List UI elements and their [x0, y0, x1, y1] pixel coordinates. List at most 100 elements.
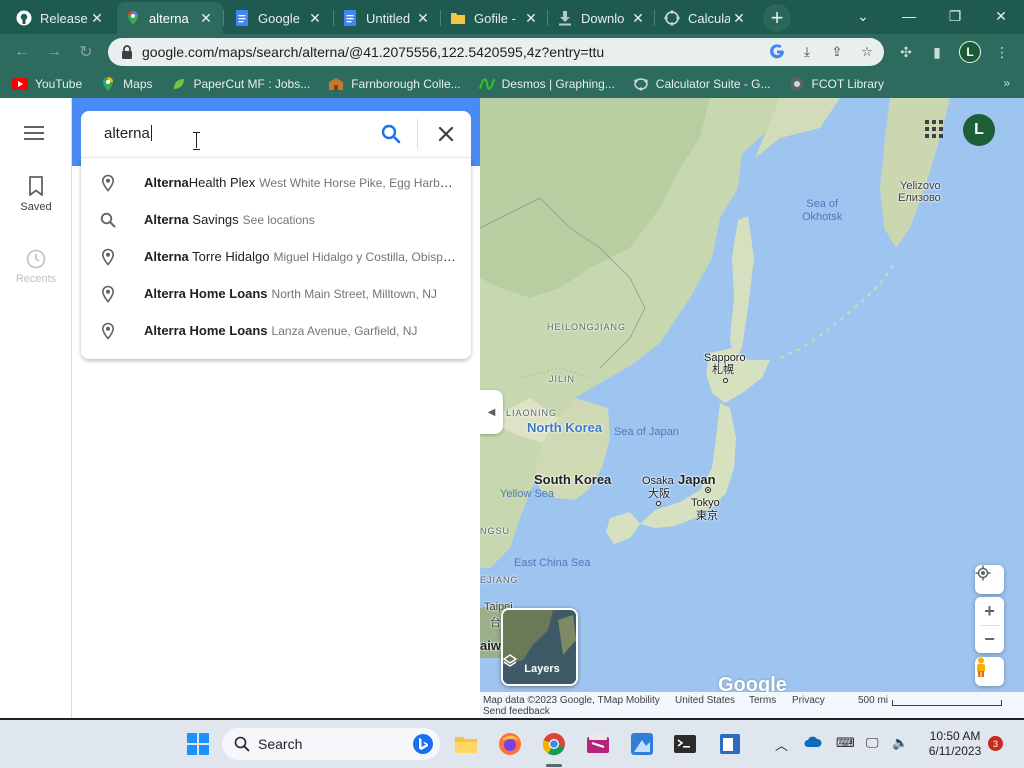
- tab-title: Untitled: [366, 10, 411, 26]
- tab-title: Calcula: [688, 10, 730, 26]
- tab-download[interactable]: Downlo ✕: [549, 2, 655, 34]
- google-lens-icon[interactable]: [768, 43, 786, 61]
- text-editor-icon[interactable]: [718, 732, 742, 756]
- close-window-button[interactable]: ✕: [978, 0, 1024, 32]
- more-menu-icon[interactable]: ⋮: [992, 42, 1012, 62]
- youtube-icon: [12, 76, 28, 92]
- suggestion-item[interactable]: Alterna Torre Hidalgo Miguel Hidalgo y Co…: [81, 238, 471, 275]
- system-clock[interactable]: 10:50 AM 6/11/2023: [916, 729, 994, 759]
- reload-button[interactable]: ↻: [74, 40, 98, 64]
- suggestion-match: Alterra Home Loans: [144, 286, 268, 301]
- search-box-divider: [417, 119, 418, 149]
- volume-icon[interactable]: 🔈: [892, 735, 908, 751]
- browser-tab-strip: Release ✕ alterna ✕ Google ✕ Untitled ✕ …: [0, 0, 1024, 34]
- map-canvas[interactable]: ◀ L Sea of Okhotsk Yelizovo Елизово HEIL…: [480, 98, 1024, 718]
- suggestion-name: Health Plex: [188, 175, 256, 190]
- suggestion-item[interactable]: Alterra Home Loans Lanza Avenue, Garfield…: [81, 312, 471, 349]
- close-tab-icon[interactable]: ✕: [629, 9, 647, 27]
- firefox-icon[interactable]: [498, 732, 522, 756]
- search-icon[interactable]: [380, 123, 402, 145]
- map-label: JILIN: [549, 374, 576, 384]
- bookmark-papercut[interactable]: PaperCut MF : Jobs...: [171, 76, 311, 92]
- search-input[interactable]: alterna: [104, 125, 152, 142]
- privacy-link[interactable]: Privacy: [792, 695, 825, 706]
- terminal-icon[interactable]: [673, 732, 697, 756]
- address-bar[interactable]: google.com/maps/search/alterna/@41.20755…: [108, 38, 884, 66]
- clock-time: 10:50 AM: [929, 729, 981, 743]
- close-tab-icon[interactable]: ✕: [414, 9, 432, 27]
- tab-gofile[interactable]: Gofile - ✕: [442, 2, 548, 34]
- region-link[interactable]: United States: [675, 695, 735, 706]
- network-icon[interactable]: 🖵: [866, 735, 879, 751]
- bookmark-star-icon[interactable]: ☆: [858, 43, 876, 61]
- pegman-button[interactable]: [975, 657, 1004, 686]
- file-explorer-icon[interactable]: [454, 732, 478, 756]
- back-button[interactable]: ←: [10, 40, 34, 64]
- bookmark-label: PaperCut MF : Jobs...: [193, 77, 311, 91]
- zoom-out-button[interactable]: −: [975, 626, 1004, 653]
- close-tab-icon[interactable]: ✕: [197, 9, 215, 27]
- tab-release[interactable]: Release ✕: [8, 2, 114, 34]
- place-pin-icon: [99, 285, 117, 303]
- close-tab-icon[interactable]: ✕: [730, 9, 748, 27]
- map-label: EJIANG: [480, 575, 519, 585]
- maps-icon: [100, 76, 116, 92]
- scale-label[interactable]: 500 mi: [858, 695, 888, 706]
- layers-button[interactable]: Layers: [501, 608, 578, 686]
- bookmark-desmos[interactable]: Desmos | Graphing...: [478, 76, 615, 92]
- suggestion-item[interactable]: AlternaHealth Plex West White Horse Pike,…: [81, 164, 471, 201]
- close-icon[interactable]: [435, 123, 457, 145]
- tab-untitled[interactable]: Untitled ✕: [334, 2, 440, 34]
- bookmark-calculator-suite[interactable]: Calculator Suite - G...: [633, 76, 771, 92]
- send-feedback-link[interactable]: Send feedback: [483, 706, 550, 717]
- share-icon[interactable]: ⇪: [828, 43, 846, 61]
- forward-button[interactable]: →: [42, 40, 66, 64]
- bookmark-fcot-library[interactable]: FCOT Library: [789, 76, 884, 92]
- photos-app-icon[interactable]: [630, 732, 654, 756]
- bing-icon[interactable]: [412, 733, 434, 758]
- bookmarks-overflow-icon[interactable]: »: [1003, 76, 1010, 90]
- windows-taskbar: Search ︿ ⌨ 🖵 🔈 10:50 AM 6/11/2023 3: [0, 720, 1024, 768]
- start-button[interactable]: [186, 732, 210, 756]
- close-tab-icon[interactable]: ✕: [522, 9, 540, 27]
- profile-avatar[interactable]: L: [959, 41, 981, 63]
- account-avatar[interactable]: L: [963, 114, 995, 146]
- bookmark-farnborough[interactable]: Farnborough Colle...: [328, 76, 461, 92]
- pegman-icon: [977, 657, 985, 677]
- zoom-in-button[interactable]: +: [975, 598, 1004, 625]
- bookmark-maps[interactable]: Maps: [100, 76, 153, 92]
- notification-badge[interactable]: 3: [988, 736, 1003, 751]
- taskbar-search-box[interactable]: Search: [222, 728, 440, 760]
- tab-google[interactable]: Google ✕: [226, 2, 332, 34]
- map-label: Sea of Japan: [614, 426, 679, 438]
- search-box[interactable]: alterna: [81, 111, 471, 157]
- close-tab-icon[interactable]: ✕: [88, 9, 106, 27]
- media-app-icon[interactable]: [586, 732, 610, 756]
- tab-search-chevron-icon[interactable]: ⌄: [840, 0, 886, 32]
- tab-title: Release: [40, 10, 88, 26]
- text-caret: [150, 125, 152, 141]
- onedrive-icon[interactable]: [804, 735, 822, 752]
- new-tab-button[interactable]: +: [763, 4, 791, 32]
- collapse-panel-button[interactable]: ◀: [480, 390, 503, 434]
- suggestion-item[interactable]: Alterra Home Loans North Main Street, Mil…: [81, 275, 471, 312]
- extensions-icon[interactable]: ✣: [896, 42, 916, 62]
- suggestion-item[interactable]: Alterna Savings See locations: [81, 201, 471, 238]
- install-app-icon[interactable]: ⤓: [798, 43, 816, 61]
- recents-button[interactable]: Recents: [0, 248, 72, 285]
- show-hidden-icons-chevron[interactable]: ︿: [775, 735, 788, 754]
- close-tab-icon[interactable]: ✕: [306, 9, 324, 27]
- restore-button[interactable]: ❐: [932, 0, 978, 32]
- tab-calculator[interactable]: Calcula ✕: [656, 2, 756, 34]
- saved-button[interactable]: Saved: [0, 176, 72, 213]
- menu-icon[interactable]: [24, 126, 44, 140]
- tab-alterna[interactable]: alterna ✕: [117, 2, 223, 34]
- keyboard-icon[interactable]: ⌨: [836, 735, 855, 751]
- my-location-button[interactable]: [975, 565, 1004, 594]
- google-apps-icon[interactable]: [925, 120, 943, 138]
- chrome-icon[interactable]: [542, 732, 566, 756]
- minimize-button[interactable]: —: [886, 0, 932, 32]
- side-panel-icon[interactable]: ▮: [927, 42, 947, 62]
- bookmark-youtube[interactable]: YouTube: [12, 76, 82, 92]
- terms-link[interactable]: Terms: [749, 695, 776, 706]
